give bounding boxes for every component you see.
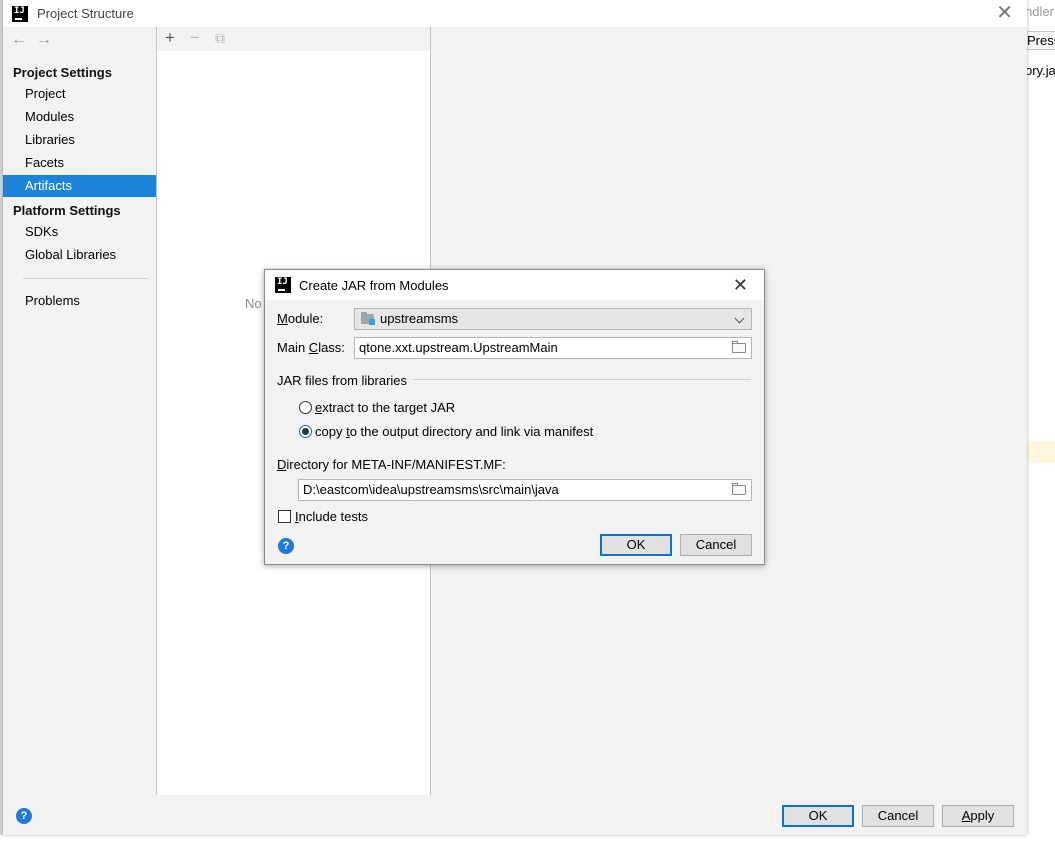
- include-tests-rest: nclude tests: [298, 509, 368, 524]
- copy-radio-label[interactable]: copy to the output directory and link vi…: [315, 424, 593, 439]
- include-tests-label[interactable]: Include tests: [295, 509, 368, 524]
- window-title: Project Structure: [37, 6, 134, 21]
- main-class-label-pre: Main: [277, 340, 309, 355]
- main-class-label-mnemonic: C: [308, 340, 319, 355]
- background-code-strip: [0, 835, 1055, 841]
- module-combobox[interactable]: upstreamsms: [354, 308, 752, 330]
- dialog-title: Create JAR from Modules: [299, 278, 449, 293]
- apply-rest: pply: [970, 808, 995, 823]
- window-button-bar: ? OK Cancel Apply: [3, 795, 1027, 835]
- module-label: Module:: [277, 311, 323, 326]
- copy-icon[interactable]: ⧉: [215, 30, 225, 47]
- folder-browse-icon[interactable]: [732, 341, 746, 353]
- close-icon[interactable]: ✕: [996, 3, 1013, 23]
- back-arrow-icon[interactable]: ←: [11, 31, 27, 48]
- remove-icon[interactable]: −: [190, 28, 200, 48]
- copy-pre: copy: [315, 424, 347, 439]
- create-jar-dialog: IJ Create JAR from Modules ✕ Module: ups…: [264, 269, 765, 565]
- group-separator: [413, 379, 751, 380]
- sidebar-item-global-libraries[interactable]: Global Libraries: [3, 244, 156, 266]
- main-class-value: qtone.xxt.upstream.UpstreamMain: [359, 340, 558, 355]
- manifest-dir-input[interactable]: D:\eastcom\idea\upstreamsms\src\main\jav…: [298, 479, 752, 501]
- module-combobox-value: upstreamsms: [380, 311, 459, 326]
- artifacts-toolbar: + − ⧉: [157, 27, 430, 51]
- intellij-app-icon: IJ: [12, 6, 28, 22]
- platform-settings-header: Platform Settings: [13, 203, 121, 218]
- sidebar-item-sdks[interactable]: SDKs: [3, 221, 156, 243]
- forward-arrow-icon[interactable]: →: [36, 31, 52, 48]
- sidebar-item-facets[interactable]: Facets: [3, 152, 156, 174]
- navigation-arrows: ← →: [11, 31, 61, 49]
- manifest-dir-mnemonic: D: [277, 457, 287, 472]
- copy-radio[interactable]: [299, 425, 312, 438]
- manifest-dir-rest: irectory for META-INF/MANIFEST.MF:: [286, 457, 506, 472]
- sidebar-item-libraries[interactable]: Libraries: [3, 129, 156, 151]
- dialog-ok-button[interactable]: OK: [600, 534, 672, 556]
- help-icon[interactable]: ?: [278, 538, 294, 554]
- include-tests-checkbox[interactable]: [278, 510, 291, 523]
- dialog-cancel-button[interactable]: Cancel: [680, 534, 752, 556]
- extract-radio[interactable]: [299, 401, 312, 414]
- main-class-input[interactable]: qtone.xxt.upstream.UpstreamMain: [354, 337, 752, 359]
- empty-list-text: No: [245, 296, 262, 311]
- background-text-fragment: ndler: [1027, 4, 1054, 19]
- sidebar-item-modules[interactable]: Modules: [3, 106, 156, 128]
- chevron-down-icon[interactable]: [734, 313, 745, 324]
- sidebar-separator: [23, 278, 148, 279]
- sidebar-item-artifacts[interactable]: Artifacts: [3, 175, 156, 197]
- intellij-app-icon: IJ: [275, 277, 291, 293]
- background-ide: ndler Press ory.ja: [1027, 0, 1055, 841]
- main-class-label: Main Class:: [277, 340, 345, 355]
- jar-files-group-label: JAR files from libraries: [277, 373, 408, 388]
- background-highlight: [1027, 441, 1055, 463]
- folder-browse-icon[interactable]: [732, 483, 746, 495]
- sidebar-item-project[interactable]: Project: [3, 83, 156, 105]
- help-icon[interactable]: ?: [16, 808, 32, 824]
- close-icon[interactable]: ✕: [733, 275, 748, 295]
- window-titlebar: IJ Project Structure ✕: [3, 0, 1027, 27]
- background-press-fragment: Press: [1027, 31, 1055, 50]
- manifest-dir-value: D:\eastcom\idea\upstreamsms\src\main\jav…: [303, 482, 559, 497]
- sidebar-item-problems[interactable]: Problems: [3, 290, 156, 312]
- main-class-label-rest: lass:: [318, 340, 345, 355]
- ok-button[interactable]: OK: [782, 805, 854, 827]
- dialog-titlebar: IJ Create JAR from Modules ✕: [265, 270, 764, 300]
- extract-radio-label[interactable]: extract to the target JAR: [315, 400, 455, 415]
- cancel-button[interactable]: Cancel: [862, 805, 934, 827]
- extract-rest: xtract to the target JAR: [322, 400, 456, 415]
- apply-button[interactable]: Apply: [942, 805, 1014, 827]
- screen: ndler Press ory.ja IJ Project Structure …: [0, 0, 1055, 841]
- copy-rest: o the output directory and link via mani…: [349, 424, 594, 439]
- module-label-mnemonic: M: [277, 311, 288, 326]
- project-settings-header: Project Settings: [13, 65, 112, 80]
- manifest-dir-label: Directory for META-INF/MANIFEST.MF:: [277, 457, 506, 472]
- add-icon[interactable]: +: [165, 28, 175, 48]
- background-tab-fragment: ory.ja: [1027, 63, 1055, 78]
- module-folder-icon: [361, 312, 375, 325]
- module-label-rest: odule:: [287, 311, 324, 326]
